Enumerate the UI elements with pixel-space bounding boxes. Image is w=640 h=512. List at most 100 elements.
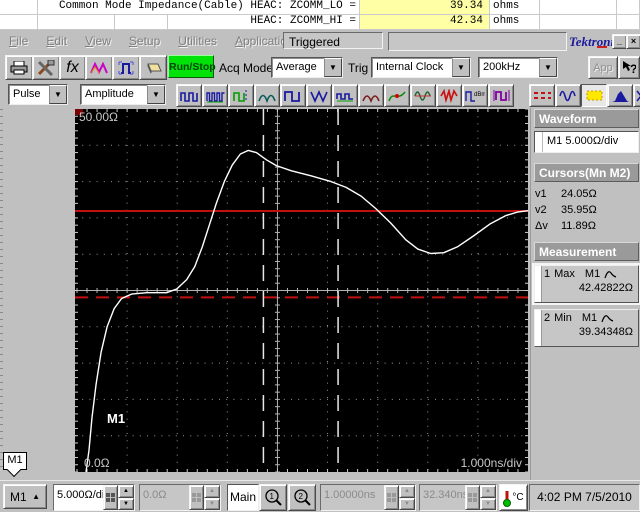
menu-setup[interactable]: Setup [120, 30, 169, 48]
vertical-offset-field: 0.0Ω [140, 485, 189, 510]
sheet-cell-empty [38, 15, 115, 30]
cursor-v1-label: v1 [535, 188, 561, 200]
sheet-label-zcomm-hi: HEAC: ZCOMM_HI = [168, 15, 360, 30]
trigger-source-value: Internal Clock [372, 58, 452, 77]
close-button[interactable]: × [626, 34, 640, 49]
waveform-list[interactable]: M1 5.000Ω/div [534, 131, 639, 153]
sheet-label-zcomm-lo: Common Mode Impedance(Cable) HEAC: ZCOMM… [38, 0, 360, 15]
menu-edit[interactable]: Edit [37, 30, 76, 48]
measurement-box-max[interactable]: 1Max M1 42.42822Ω [534, 265, 639, 303]
channel-select-button[interactable]: M1 ▲ [3, 484, 47, 509]
clear-data-button[interactable] [139, 55, 167, 80]
logo-accent [597, 46, 607, 48]
autoset-button[interactable] [112, 55, 140, 80]
measurement-value: 42.42822Ω [544, 280, 635, 294]
m1-waveform-marker[interactable]: M1 [3, 452, 29, 480]
horizontal-position-spinner: ▲▼ [480, 485, 496, 510]
trigger-source-select[interactable]: Internal Clock ▼ [371, 57, 471, 78]
waveform-list-item[interactable]: M1 5.000Ω/div [543, 132, 638, 152]
context-help-button[interactable]: ? [618, 56, 640, 79]
menu-utilities[interactable]: Utilities [169, 30, 226, 48]
meas-category-select[interactable]: Pulse ▼ [8, 84, 68, 105]
w-wave-icon [310, 89, 329, 103]
fft-toggle-button[interactable] [555, 84, 581, 107]
chevron-down-icon[interactable]: ▼ [324, 58, 342, 77]
meas-dbm-button[interactable]: dBm [462, 84, 488, 107]
keypad-button[interactable] [103, 485, 118, 510]
vertical-scale-spinner[interactable]: ▲▼ [118, 485, 134, 510]
cursors-toggle-button[interactable] [529, 84, 555, 107]
temperature-compensation-button[interactable]: °C [499, 484, 528, 511]
histogram-toggle-button[interactable] [607, 84, 633, 107]
meas-sine-button[interactable] [410, 84, 436, 107]
cursor-row-v2: v2 35.95Ω [531, 202, 640, 218]
run-stop-button[interactable]: Run/Stop [168, 55, 214, 78]
pulse-train-icon [180, 89, 199, 103]
trigger-status: Triggered [283, 32, 383, 49]
histogram-window-button-active[interactable] [581, 84, 607, 107]
spinner-up-icon[interactable]: ▲ [118, 485, 134, 498]
double-arch-icon [362, 89, 381, 103]
meas-period-button[interactable] [228, 84, 254, 107]
meas-parameter-select[interactable]: Amplitude ▼ [80, 84, 166, 105]
printer-icon [10, 61, 28, 75]
chevron-down-icon[interactable]: ▼ [539, 58, 557, 77]
clock-display: 4:02 PM 7/5/2010 [529, 484, 640, 511]
chevron-down-icon[interactable]: ▼ [147, 85, 165, 104]
toolbar-measurements: Pulse ▼ Amplitude ▼ dBm [0, 81, 640, 108]
spinner-down-icon[interactable]: ▼ [118, 498, 134, 511]
meas-min-max-button[interactable] [306, 84, 332, 107]
measurement-name: Min [554, 312, 572, 324]
cursor-lines-icon [533, 89, 552, 102]
channel-select-label: M1 [10, 490, 27, 504]
meas-jitter-button[interactable] [488, 84, 514, 107]
sheet-unit-zcomm-hi: ohms [490, 15, 540, 30]
menu-view[interactable]: View [76, 30, 120, 48]
fx-icon: fx [66, 59, 78, 77]
sheet-cell-empty [115, 15, 168, 30]
meas-cycle-button[interactable] [358, 84, 384, 107]
measurement-box-min[interactable]: 2Min M1 39.34348Ω [534, 309, 639, 347]
trigger-rate-select[interactable]: 200kHz ▼ [478, 57, 558, 78]
meas-fall-time-button[interactable] [202, 84, 228, 107]
app-button: App [588, 56, 618, 79]
chevron-down-icon[interactable]: ▼ [452, 58, 470, 77]
left-ruler [0, 109, 3, 472]
measurement-panel-header: Measurement [534, 242, 639, 261]
minimize-button[interactable]: _ [612, 34, 627, 49]
meas-rise-time-button[interactable] [176, 84, 202, 107]
measurement-swatch [535, 310, 542, 346]
keypad-icon [468, 493, 477, 502]
meas-high-low-button[interactable] [280, 84, 306, 107]
app-button-label: App [593, 62, 613, 74]
meas-spline-button[interactable] [384, 84, 410, 107]
meas-mask-button[interactable] [436, 84, 462, 107]
graticule-display[interactable]: 50.00Ω 0.0Ω 1.000ns/div M1 [75, 109, 528, 472]
main-timebase-button[interactable]: Main [227, 484, 259, 511]
mag1-zoom-button[interactable]: 1 [259, 484, 287, 511]
acq-mode-label: Acq Mode [219, 61, 273, 75]
mag2-zoom-button[interactable]: 2 [288, 484, 316, 511]
chevron-up-icon: ▲ [32, 492, 40, 501]
trig-label: Trig [348, 61, 368, 75]
eye-mask-button[interactable] [633, 84, 640, 107]
help-pointer-icon: ? [622, 60, 636, 75]
math-fx-button[interactable]: fx [59, 55, 86, 80]
chevron-down-icon[interactable]: ▼ [49, 85, 67, 104]
waveform-database-button[interactable] [85, 55, 113, 80]
meas-parameter-value: Amplitude [81, 85, 147, 104]
acq-mode-select[interactable]: Average ▼ [271, 57, 343, 78]
meas-burst-button[interactable] [332, 84, 358, 107]
meas-amplitude-button[interactable] [254, 84, 280, 107]
measurement-source: M1 [585, 268, 600, 280]
sine-line-icon [414, 89, 433, 103]
menu-file[interactable]: File [0, 30, 37, 48]
svg-text:?: ? [630, 62, 636, 75]
vertical-scale-control[interactable]: 5.000Ω/di ▲▼ [53, 484, 135, 511]
vertical-scale-field[interactable]: 5.000Ω/di [54, 485, 103, 510]
red-burst-icon [440, 89, 459, 103]
print-button[interactable] [5, 55, 33, 80]
utilities-button[interactable] [32, 55, 60, 80]
sine-icon [559, 89, 578, 103]
horizontal-scale-control: 1.00000ns ▲▼ [320, 484, 416, 511]
